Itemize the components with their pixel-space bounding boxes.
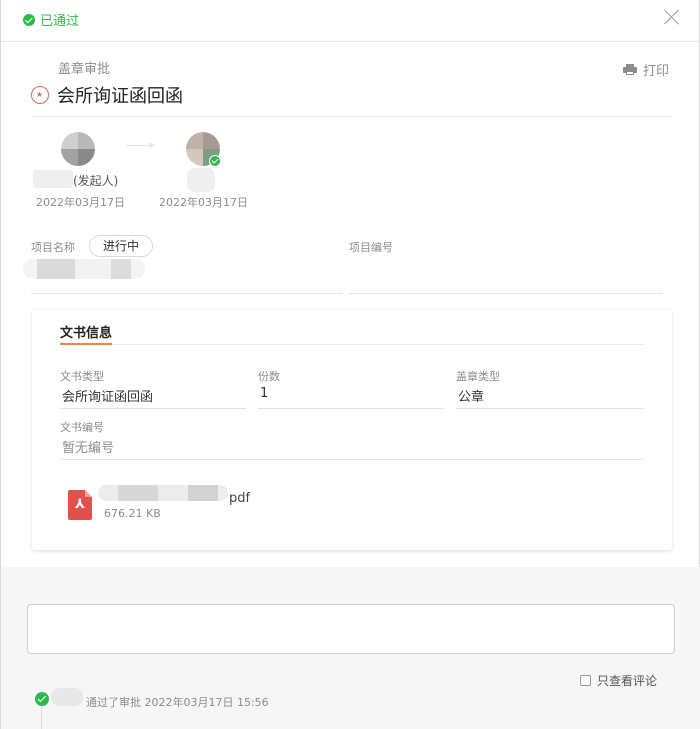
project-name-label: 项目名称	[31, 241, 75, 254]
project-code-label: 项目编号	[349, 241, 393, 254]
checkbox-icon[interactable]	[580, 675, 591, 686]
initiator-role: (发起人)	[73, 174, 119, 188]
initiator-name-blurred	[33, 170, 73, 188]
active-tab-indicator	[60, 343, 112, 345]
divider	[31, 116, 671, 117]
modal-header: 已通过	[1, 0, 700, 42]
timeline-user-blurred	[51, 688, 83, 706]
doc-type-value: 会所询证函回函	[62, 390, 154, 405]
initiator-avatar	[61, 132, 95, 166]
seal-type-value: 公章	[458, 390, 485, 405]
doc-type-label: 文书类型	[60, 370, 104, 383]
document-info-card: 文书信息 文书类型 会所询证函回函 份数 1 盖章类型 公章 文书编号 暂无编号…	[32, 310, 672, 550]
form-category: 盖章审批	[58, 62, 111, 77]
project-name-underline	[31, 293, 343, 294]
timeline-entry: 通过了审批 2022年03月17日 15:56	[86, 696, 269, 709]
divider	[60, 344, 644, 345]
flow-arrow-icon	[126, 142, 155, 148]
project-status-badge: 进行中	[89, 235, 153, 257]
seal-icon	[31, 86, 49, 104]
copies-label: 份数	[258, 370, 280, 383]
doc-number-underline	[60, 459, 644, 460]
project-name-value-blurred	[23, 259, 145, 279]
approver-date: 2022年03月17日	[159, 196, 248, 209]
file-name-blurred[interactable]	[98, 485, 228, 501]
only-comments-label: 只查看评论	[597, 674, 658, 688]
initiator-date: 2022年03月17日	[36, 196, 125, 209]
approval-status: 已通过	[23, 10, 79, 29]
print-button[interactable]: 打印	[622, 60, 669, 79]
approved-check-icon	[209, 155, 221, 167]
pdf-file-icon[interactable]	[68, 490, 92, 520]
doc-type-underline	[60, 408, 246, 409]
timeline-line	[41, 708, 42, 729]
approval-modal: 已通过 盖章审批 打印 会所询证函回函 (发起人) 2022年03月17日 20…	[0, 0, 700, 729]
doc-number-label: 文书编号	[60, 421, 104, 434]
project-code-underline	[349, 293, 663, 294]
printer-icon	[622, 64, 637, 75]
file-size: 676.21 KB	[104, 507, 161, 520]
page-title-row: 会所询证函回函	[31, 82, 183, 108]
close-icon[interactable]	[663, 8, 681, 26]
file-extension[interactable]: pdf	[229, 491, 250, 506]
doc-number-value: 暂无编号	[62, 441, 115, 456]
check-circle-icon	[23, 13, 35, 26]
print-label: 打印	[642, 64, 669, 79]
copies-value: 1	[260, 386, 269, 401]
approver-name-blurred	[187, 168, 215, 192]
only-comments-toggle[interactable]: 只查看评论	[580, 672, 657, 689]
seal-type-label: 盖章类型	[456, 370, 500, 383]
page-title: 会所询证函回函	[57, 86, 183, 107]
timeline-check-icon	[35, 692, 49, 706]
comment-input[interactable]	[27, 604, 675, 654]
copies-underline	[258, 408, 444, 409]
seal-type-underline	[456, 408, 644, 409]
tab-document-info[interactable]: 文书信息	[60, 322, 112, 341]
status-text: 已通过	[40, 14, 80, 29]
